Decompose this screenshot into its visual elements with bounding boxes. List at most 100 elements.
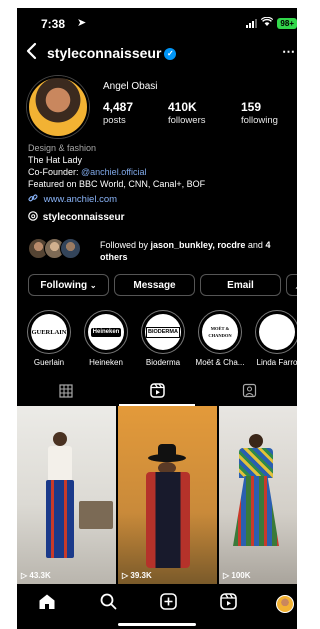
tagged-person-icon — [242, 383, 257, 403]
highlight-linda-farro[interactable]: Linda Farro — [250, 310, 297, 367]
reels-icon — [150, 383, 165, 403]
following-button[interactable]: Following ⌄ — [28, 274, 109, 296]
bio-category: Design & fashion — [28, 143, 97, 153]
profile-website-link[interactable]: www.anchiel.com — [28, 193, 117, 205]
reel-figure-top — [239, 448, 273, 478]
highlight-moet-chandon[interactable]: MOËT & CHANDON Moët & Cha... — [193, 310, 247, 367]
following-value: 159 — [241, 100, 262, 114]
reels-nav-icon — [219, 593, 237, 615]
highlight-cover: Heineken — [84, 310, 128, 354]
highlight-heineken[interactable]: Heineken Heineken — [79, 310, 133, 367]
highlight-logo: BIODERMA — [146, 326, 180, 338]
followers-label: followers — [168, 115, 206, 126]
create-post-icon — [159, 593, 177, 615]
following-count[interactable]: 159 following — [241, 100, 278, 126]
highlight-label: Guerlain — [33, 358, 65, 367]
play-icon: ▷ — [223, 571, 230, 580]
highlight-logo-wrap: Heineken — [88, 314, 124, 350]
profile-avatar-icon — [276, 595, 294, 613]
status-indicators: 98+ — [246, 16, 297, 30]
nav-profile[interactable] — [273, 594, 297, 614]
email-button[interactable]: Email — [200, 274, 281, 296]
reel-thumbnail-2[interactable]: ▷ 39.3K — [118, 406, 217, 584]
highlight-logo-wrap: BIODERMA — [145, 314, 181, 350]
nav-create[interactable] — [156, 593, 180, 615]
location-arrow-icon: ➤ — [77, 17, 87, 29]
posts-value: 4,487 — [103, 100, 134, 114]
search-icon — [100, 593, 117, 615]
highlight-cover: MOËT & CHANDON — [198, 310, 242, 354]
bio-line-3: Featured on BBC World, CNN, Canal+, BOF — [28, 179, 206, 189]
nav-home[interactable] — [35, 594, 59, 614]
bio-line-1: The Hat Lady — [28, 155, 83, 165]
threads-badge[interactable]: styleconnaisseur — [28, 211, 125, 223]
highlight-label: Bioderma — [145, 358, 181, 367]
back-arrow-icon[interactable] — [25, 42, 39, 64]
reel-view-count: ▷ 43.3K — [21, 571, 51, 580]
instagram-profile-screen: 7:38 ➤ 98+ styleconnaisseur ✓ ⋯ Angel Oba… — [17, 8, 297, 629]
home-icon — [38, 593, 56, 615]
profile-avatar[interactable] — [27, 76, 89, 138]
reel-views-3: 100K — [231, 571, 251, 580]
reel-figure-skirt — [233, 476, 279, 546]
add-user-button[interactable] — [286, 274, 297, 296]
battery-indicator: 98+ — [277, 18, 297, 29]
status-bar: 7:38 ➤ 98+ — [17, 8, 297, 36]
reels-grid: ▷ 43.3K ▷ 39.3K ▷ 100K — [17, 406, 297, 584]
reel-views-2: 39.3K — [130, 571, 152, 580]
reel-views-1: 43.3K — [29, 571, 51, 580]
nav-search[interactable] — [96, 593, 120, 615]
profile-tabs — [17, 380, 297, 406]
highlight-logo: Heineken — [90, 327, 122, 337]
highlight-logo: GUERLAIN — [31, 314, 67, 350]
highlight-guerlain[interactable]: GUERLAIN Guerlain — [22, 310, 76, 367]
link-icon — [28, 194, 41, 205]
followers-count[interactable]: 410K followers — [168, 100, 206, 126]
reel-figure-head — [249, 434, 263, 448]
grid-icon — [58, 383, 73, 403]
mutual-followers[interactable]: Followed by jason_bunkley, rocdre and 4 … — [28, 238, 294, 264]
followers-value: 410K — [168, 100, 197, 114]
reel-background-chair — [79, 501, 113, 529]
reel-view-count: ▷ 39.3K — [122, 571, 152, 580]
highlight-label: Linda Farro — [256, 358, 297, 367]
threads-handle: styleconnaisseur — [42, 212, 125, 223]
play-icon: ▷ — [122, 571, 129, 580]
following-label: Following — [40, 279, 88, 291]
highlight-cover: GUERLAIN — [27, 310, 71, 354]
bio-mention-link[interactable]: @anchiel.official — [81, 167, 147, 177]
nav-reels[interactable] — [216, 593, 240, 615]
message-button[interactable]: Message — [114, 274, 195, 296]
reel-figure-head — [53, 432, 67, 446]
reel-thumbnail-1[interactable]: ▷ 43.3K — [17, 406, 116, 584]
followed-by-prefix: Followed by — [100, 240, 151, 250]
highlight-logo-wrap — [259, 314, 295, 350]
profile-actions: Following ⌄ Message Email — [28, 274, 297, 297]
chevron-down-icon: ⌄ — [89, 280, 97, 290]
highlight-label: Moët & Cha... — [195, 358, 245, 367]
play-icon: ▷ — [21, 571, 28, 580]
highlight-label: Heineken — [89, 358, 123, 367]
highlight-logo: MOËT & CHANDON — [202, 314, 238, 350]
bio-line-2: Co-Founder: @anchiel.official — [28, 166, 205, 178]
threads-icon — [28, 211, 41, 223]
tab-reels[interactable] — [111, 380, 204, 406]
verified-badge-icon: ✓ — [164, 48, 177, 61]
bio-cofounder-prefix: Co-Founder: — [28, 167, 82, 177]
cellular-signal-icon — [246, 19, 258, 28]
tab-tagged[interactable] — [203, 380, 296, 406]
reel-figure-outfit — [146, 472, 190, 568]
home-indicator — [118, 623, 196, 626]
followed-by-and: and — [245, 240, 266, 250]
followed-by-names: jason_bunkley, rocdre — [150, 240, 246, 250]
reel-figure-hat — [158, 444, 176, 458]
posts-count[interactable]: 4,487 posts — [103, 100, 133, 126]
reel-figure-dress — [46, 480, 74, 558]
tab-posts-grid[interactable] — [19, 380, 112, 406]
more-options-icon[interactable]: ⋯ — [282, 44, 295, 60]
reel-view-count: ▷ 100K — [223, 571, 251, 580]
reel-thumbnail-3[interactable]: ▷ 100K — [219, 406, 297, 584]
highlight-cover: BIODERMA — [141, 310, 185, 354]
header-username: styleconnaisseur ✓ — [47, 45, 177, 61]
highlight-bioderma[interactable]: BIODERMA Bioderma — [136, 310, 190, 367]
